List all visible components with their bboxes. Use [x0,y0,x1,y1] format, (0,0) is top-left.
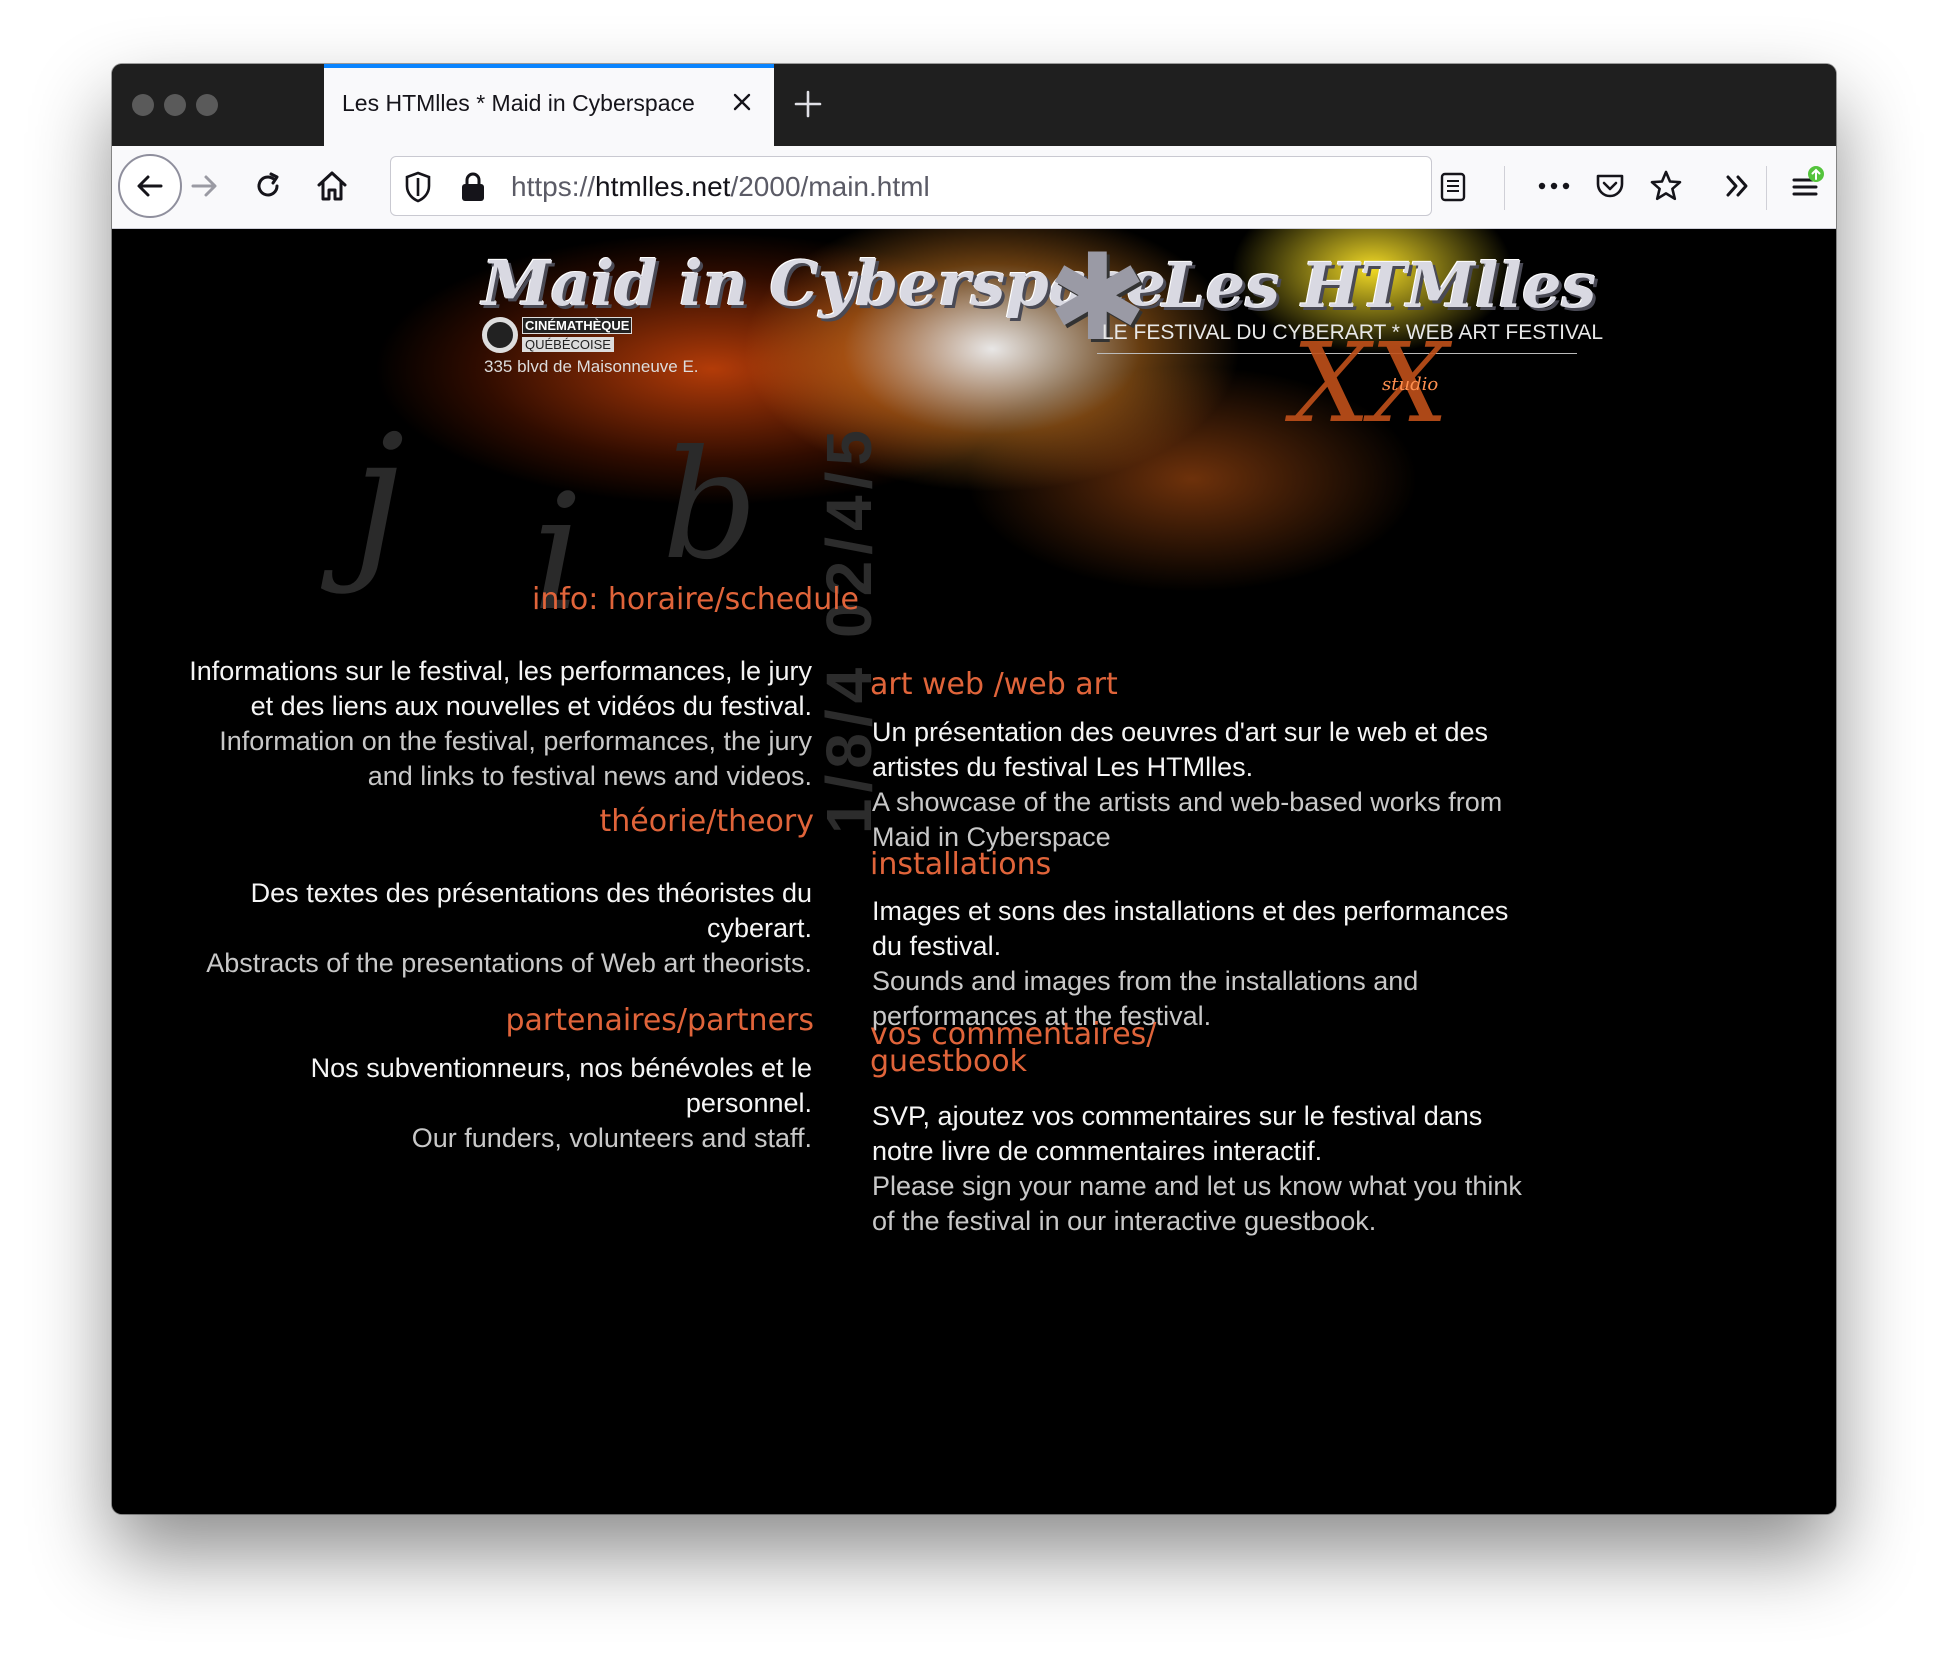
webart-description-fr: Un présentation des oeuvres d'art sur le… [872,717,1489,782]
theory-description-fr: Des textes des présentations des théoris… [250,878,812,943]
cinematheque-line2: QUÉBÉCOISE [522,337,614,352]
pocket-icon [1596,174,1624,198]
logo-les-htmlles: Les HTMlles [1162,249,1597,322]
venue-address: 335 blvd de Maisonneuve E. [484,357,699,376]
cinematheque-logo: CINÉMATHÈQUE QUÉBÉCOISE [482,317,633,355]
back-button[interactable] [118,154,182,218]
shield-icon[interactable] [403,170,433,204]
decorative-letter: b [662,419,759,593]
close-icon[interactable] [726,86,758,118]
forward-button[interactable] [174,156,234,216]
theory-description: Des textes des présentations des théoris… [182,876,812,981]
pocket-button[interactable] [1580,156,1640,216]
partners-description-en: Our funders, volunteers and staff. [411,1123,812,1153]
browser-window: Les HTMlles * Maid in Cyberspace https:/… [112,64,1836,1514]
arrow-right-icon [191,175,217,197]
star-icon [1650,170,1682,201]
page-actions-button[interactable] [1524,156,1584,216]
overflow-button[interactable] [1708,156,1768,216]
page-content: j i b Maid in Cyberspace ✱ Les HTMlles C… [112,229,1836,1514]
link-partners[interactable]: partenaires/partners [432,1003,814,1038]
tab-active[interactable]: Les HTMlles * Maid in Cyberspace [324,64,774,146]
more-icon [1538,182,1570,190]
zoom-window-button[interactable] [196,94,218,116]
toolbar-separator [1504,166,1505,210]
studio-label: studio [1382,374,1439,395]
cinematheque-circle-icon [482,317,518,353]
installations-description-fr: Images et sons des installations et des … [872,896,1509,961]
info-description-fr: Informations sur le festival, les perfor… [189,656,812,721]
chevron-double-right-icon [1726,175,1748,197]
navigation-bar: https://htmlles.net/2000/main.html [112,146,1836,229]
link-theory[interactable]: théorie/theory [532,804,815,839]
cinematheque-line1: CINÉMATHÈQUE [522,317,633,334]
tab-title: Les HTMlles * Maid in Cyberspace [342,90,695,116]
bookmark-button[interactable] [1636,156,1696,216]
link-guestbook[interactable]: vos commentaires/ guestbook [870,1020,1156,1079]
installations-description: Images et sons des installations et des … [872,894,1532,1034]
app-menu-button[interactable] [1776,156,1836,216]
guestbook-title-line2: guestbook [870,1044,1028,1079]
home-button[interactable] [302,156,362,216]
webart-description: Un présentation des oeuvres d'art sur le… [872,715,1532,855]
lock-icon[interactable] [459,170,487,204]
info-description: Informations sur le festival, les perfor… [182,654,812,794]
reload-button[interactable] [238,156,298,216]
link-installations[interactable]: installations [870,847,1051,882]
reader-view-icon[interactable] [1437,171,1469,203]
guestbook-description-en: Please sign your name and let us know wh… [872,1171,1522,1236]
hamburger-icon [1792,166,1824,196]
link-web-art[interactable]: art web /web art [870,667,1118,702]
partners-description-fr: Nos subventionneurs, nos bénévoles et le… [310,1053,812,1118]
decorative-letter: i [532,459,584,646]
url-bar[interactable]: https://htmlles.net/2000/main.html [390,156,1466,216]
webart-description-en: A showcase of the artists and web-based … [872,787,1503,852]
guestbook-description: SVP, ajoutez vos commentaires sur le fes… [872,1099,1542,1239]
arrow-left-icon [137,175,163,197]
star-logo-icon: ✱ [1047,229,1148,368]
link-info-schedule[interactable]: info: horaire/schedule [532,582,859,617]
tab-strip: Les HTMlles * Maid in Cyberspace [112,64,1836,146]
decorative-letter: j [352,399,405,597]
guestbook-description-fr: SVP, ajoutez vos commentaires sur le fes… [872,1101,1483,1166]
reload-icon [257,172,279,197]
close-window-button[interactable] [132,94,154,116]
toolbar-separator [1766,166,1767,210]
festival-banner: j i b Maid in Cyberspace ✱ Les HTMlles C… [292,229,1603,646]
home-icon [317,171,347,201]
theory-description-en: Abstracts of the presentations of Web ar… [206,948,812,978]
minimize-window-button[interactable] [164,94,186,116]
new-tab-icon[interactable] [788,84,828,124]
url-text: https://htmlles.net/2000/main.html [511,171,930,202]
info-description-en: Information on the festival, performance… [219,726,812,791]
partners-description: Nos subventionneurs, nos bénévoles et le… [182,1051,812,1156]
